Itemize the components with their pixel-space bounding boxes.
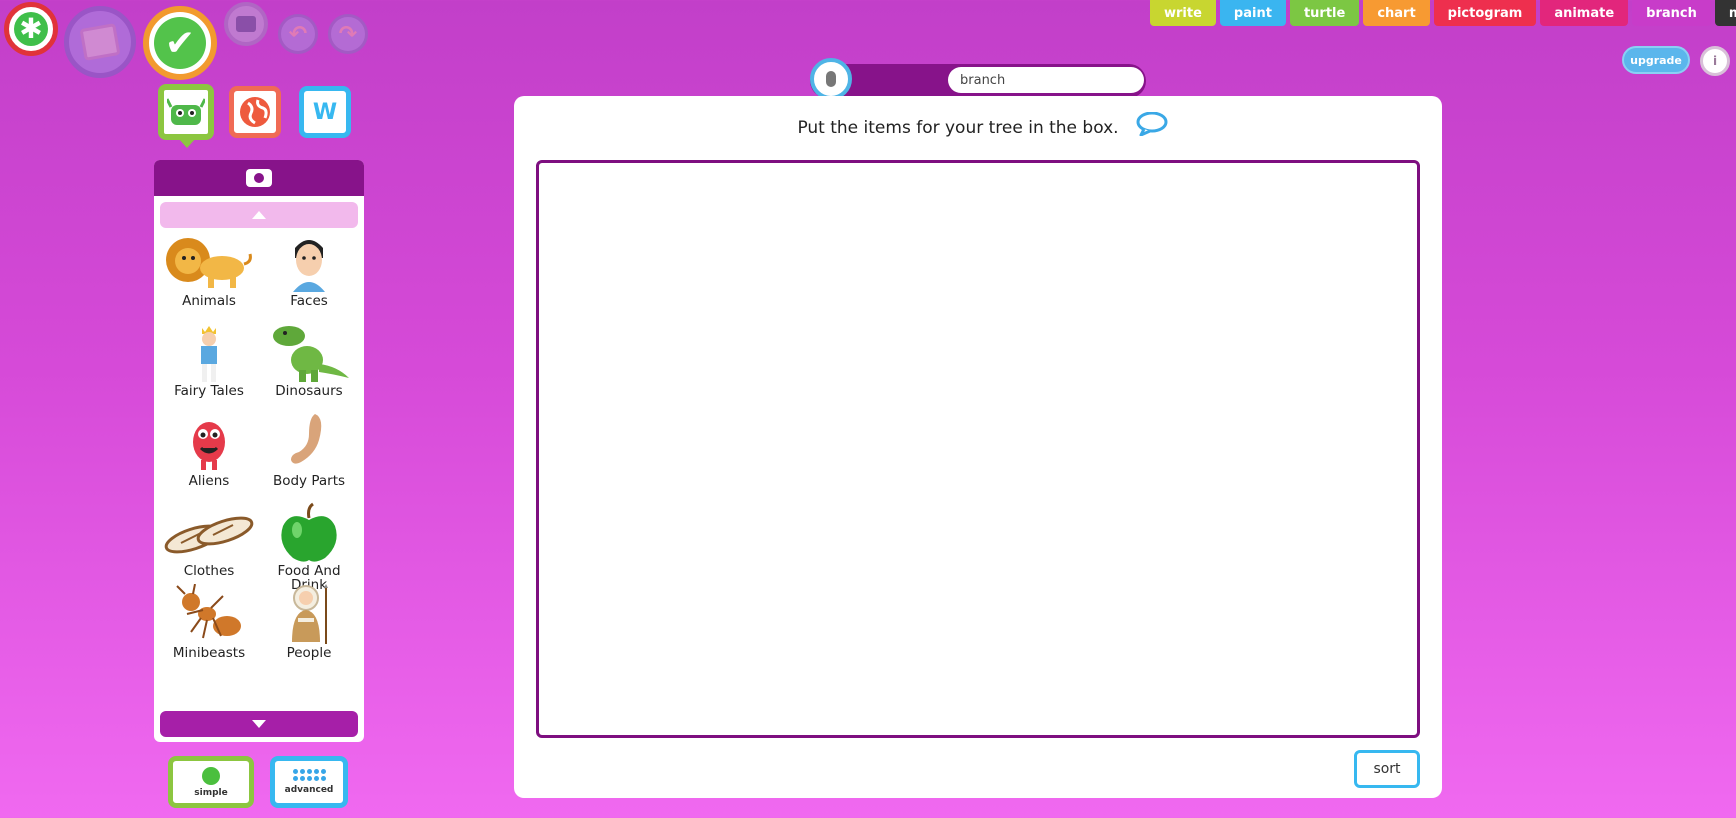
file-name-input[interactable] [948, 67, 1144, 93]
category-food-and-drink[interactable]: Food And Drink [260, 502, 358, 592]
camera-icon [246, 169, 272, 187]
save-button[interactable]: ✔ [143, 6, 217, 80]
main-canvas-card: Put the items for your tree in the box. … [514, 96, 1442, 798]
person-icon [292, 584, 328, 644]
category-body-parts[interactable]: Body Parts [260, 412, 358, 488]
globe-icon [240, 97, 270, 127]
clipart-source-button[interactable] [158, 84, 214, 140]
clipart-panel: Animals Faces Fairy Tales Dinosaurs Alie… [154, 160, 364, 742]
scroll-up-button[interactable] [160, 202, 358, 228]
category-clothes[interactable]: Clothes [160, 502, 258, 578]
upgrade-button[interactable]: upgrade [1622, 46, 1690, 74]
open-file-button[interactable] [64, 6, 136, 78]
face-icon [293, 240, 325, 292]
folder-icon [79, 23, 121, 61]
category-people[interactable]: People [260, 584, 358, 660]
word-icon: W [312, 99, 338, 125]
info-button[interactable]: i [1700, 46, 1730, 76]
printer-icon [236, 16, 256, 32]
speech-bubble-icon[interactable] [1136, 112, 1168, 136]
new-file-button[interactable]: ✱ [4, 2, 58, 56]
redo-icon: ↷ [338, 21, 358, 47]
scroll-down-button[interactable] [160, 711, 358, 737]
selected-pointer [178, 138, 196, 148]
tab-chart[interactable]: chart [1363, 0, 1430, 26]
category-faces[interactable]: Faces [260, 232, 358, 308]
camera-button[interactable] [154, 160, 364, 196]
info-icon: i [1712, 54, 1718, 68]
tab-write[interactable]: write [1150, 0, 1216, 26]
tab-paint[interactable]: paint [1219, 0, 1286, 26]
tab-pictogram[interactable]: pictogram [1433, 0, 1537, 26]
category-minibeasts[interactable]: Minibeasts [160, 584, 258, 660]
sort-button[interactable]: sort [1354, 750, 1420, 788]
microphone-button[interactable] [810, 58, 852, 100]
lion-icon [166, 238, 252, 288]
tab-turtle[interactable]: turtle [1289, 0, 1360, 26]
undo-icon: ↶ [288, 21, 308, 47]
advanced-label: advanced [284, 785, 334, 795]
alien-icon [193, 422, 225, 470]
ant-icon [176, 584, 241, 639]
simple-mode-button[interactable]: simple [168, 756, 254, 808]
redo-button[interactable]: ↷ [328, 14, 368, 54]
dinosaur-icon [273, 326, 349, 382]
tab-branch[interactable]: branch [1632, 0, 1711, 26]
instruction-text: Put the items for your tree in the box. [797, 118, 1119, 138]
arrow-up-icon [252, 211, 266, 219]
category-fairy-tales[interactable]: Fairy Tales [160, 322, 258, 398]
tab-mix[interactable]: mix [1714, 0, 1736, 26]
arm-icon [291, 414, 322, 464]
microphone-icon [826, 71, 836, 87]
app-tabs: write paint turtle chart pictogram anima… [1150, 0, 1736, 26]
category-aliens[interactable]: Aliens [160, 412, 258, 488]
prince-icon [201, 326, 217, 382]
advanced-mode-button[interactable]: advanced [270, 756, 348, 808]
category-animals[interactable]: Animals [160, 232, 258, 308]
category-dinosaurs[interactable]: Dinosaurs [260, 322, 358, 398]
snowshoes-icon [164, 516, 254, 554]
simple-label: simple [194, 787, 228, 798]
asterisk-icon: ✱ [14, 12, 48, 46]
crab-icon [167, 98, 205, 125]
web-source-button[interactable] [229, 86, 281, 138]
grid-dots-icon [292, 769, 326, 781]
arrow-down-icon [252, 720, 266, 728]
word-source-button[interactable]: W [299, 86, 351, 138]
tab-animate[interactable]: animate [1540, 0, 1629, 26]
check-icon: ✔ [154, 17, 206, 69]
items-drop-box[interactable] [536, 160, 1420, 738]
print-button[interactable] [224, 2, 268, 46]
simple-icon [202, 766, 220, 785]
undo-button[interactable]: ↶ [278, 14, 318, 54]
apple-icon [281, 502, 337, 562]
